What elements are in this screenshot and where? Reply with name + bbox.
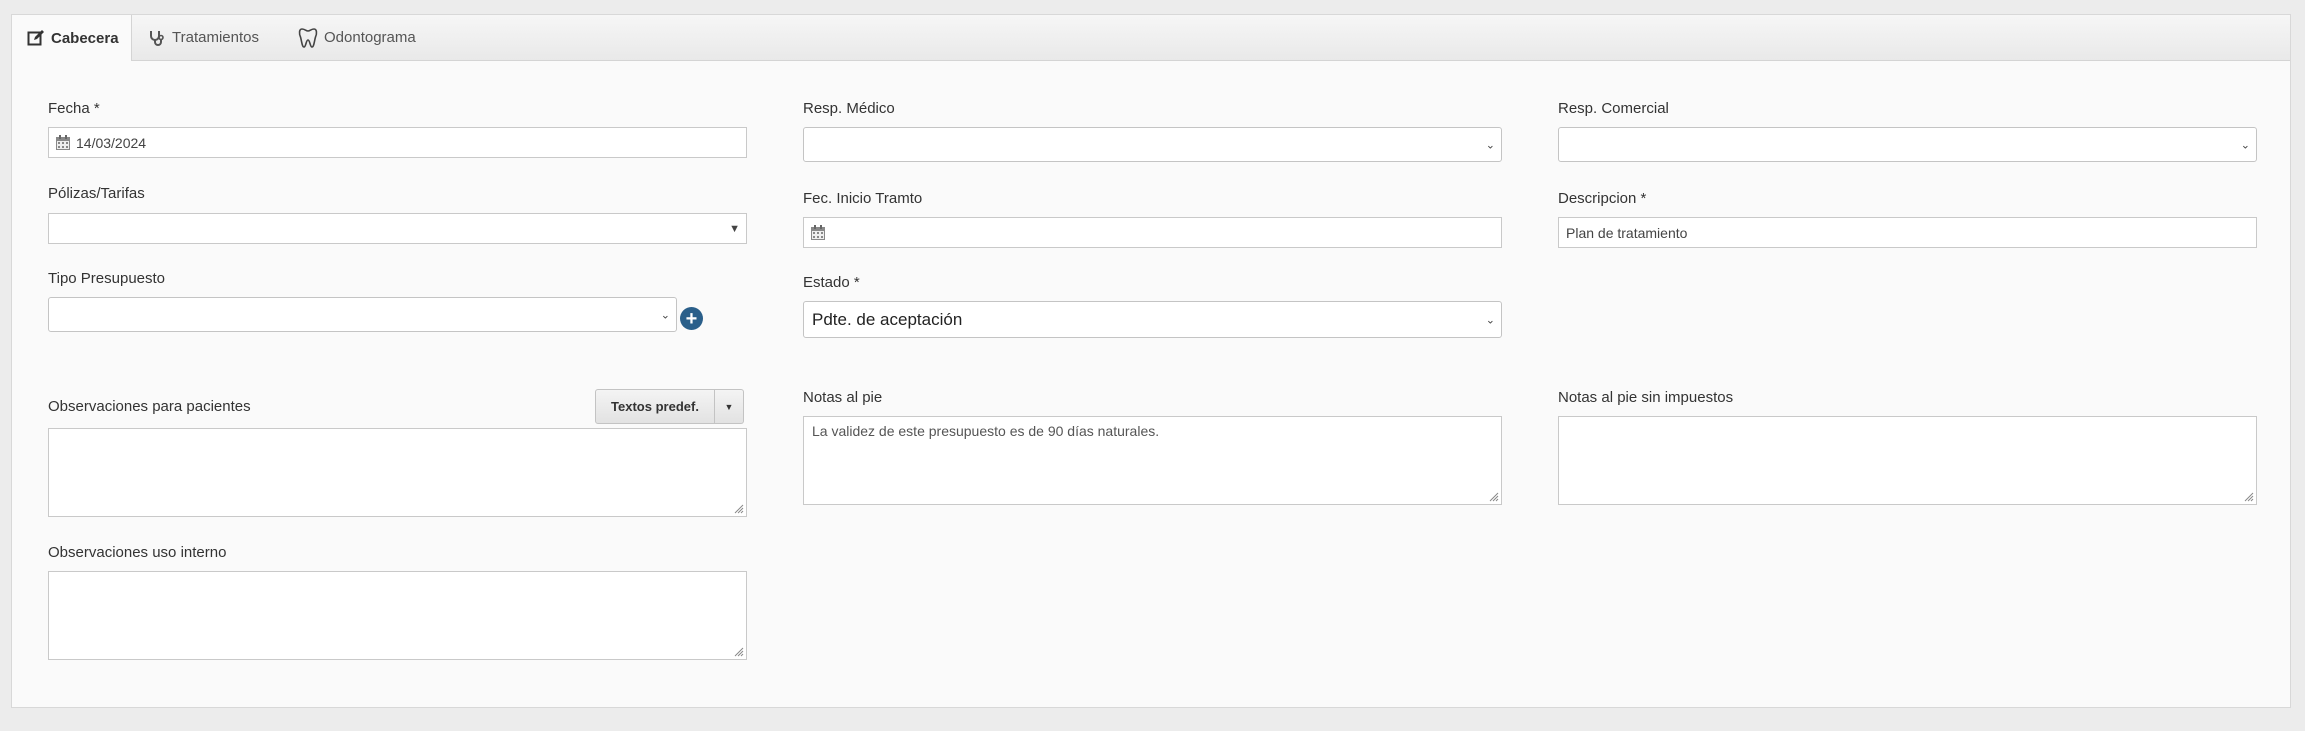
add-tipo-presupuesto-button[interactable]: + xyxy=(680,307,703,330)
resp-comercial-select[interactable]: ⌄ xyxy=(1558,127,2257,162)
caret-down-icon: ▼ xyxy=(729,222,740,235)
textos-predef-dropdown[interactable]: ▼ xyxy=(715,389,744,424)
resize-handle-icon xyxy=(734,647,744,657)
obs-interno-label: Observaciones uso interno xyxy=(48,544,227,561)
resize-handle-icon xyxy=(1489,492,1499,502)
resp-medico-label: Resp. Médico xyxy=(803,100,895,117)
obs-pacientes-textarea[interactable] xyxy=(48,428,747,517)
textos-predef-group: Textos predef. ▼ xyxy=(595,389,744,424)
tipo-presupuesto-label: Tipo Presupuesto xyxy=(48,270,166,287)
plus-icon: + xyxy=(685,307,698,330)
tab-odontograma[interactable]: Odontograma xyxy=(298,15,416,60)
textos-predef-button[interactable]: Textos predef. xyxy=(595,389,715,424)
notas-pie-value: La validez de este presupuesto es de 90 … xyxy=(812,423,1160,439)
notas-pie-textarea[interactable]: La validez de este presupuesto es de 90 … xyxy=(803,416,1502,505)
obs-pacientes-label: Observaciones para pacientes xyxy=(48,398,251,415)
descripcion-input[interactable]: Plan de tratamiento xyxy=(1558,217,2257,248)
fecha-value: 14/03/2024 xyxy=(76,134,147,151)
resize-handle-icon xyxy=(734,504,744,514)
notas-pie-sin-imp-textarea[interactable] xyxy=(1558,416,2257,505)
tooth-icon xyxy=(298,27,318,49)
fecha-input[interactable]: 14/03/2024 xyxy=(48,127,747,158)
notas-pie-label: Notas al pie xyxy=(803,389,883,406)
chevron-down-icon: ⌄ xyxy=(1485,314,1495,326)
tipo-presupuesto-select[interactable]: ⌄ xyxy=(48,297,677,332)
polizas-select[interactable]: ▼ xyxy=(48,213,747,244)
calendar-icon xyxy=(810,224,826,241)
tab-bar: Cabecera Tratamientos Odontograma xyxy=(12,15,2290,61)
chevron-down-icon: ⌄ xyxy=(1485,139,1495,151)
resize-handle-icon xyxy=(2244,492,2254,502)
tab-label: Tratamientos xyxy=(172,29,259,46)
edit-icon xyxy=(27,29,45,47)
estado-label: Estado * xyxy=(803,274,860,291)
descripcion-value: Plan de tratamiento xyxy=(1566,224,1688,241)
chevron-down-icon: ⌄ xyxy=(660,309,670,321)
chevron-down-icon: ⌄ xyxy=(2240,139,2250,151)
calendar-icon xyxy=(55,134,71,151)
descripcion-label: Descripcion * xyxy=(1558,190,1647,207)
tab-tratamientos[interactable]: Tratamientos xyxy=(148,15,259,60)
tab-cabecera[interactable]: Cabecera xyxy=(12,15,132,61)
resp-medico-select[interactable]: ⌄ xyxy=(803,127,1502,162)
fec-inicio-input[interactable] xyxy=(803,217,1502,248)
obs-interno-textarea[interactable] xyxy=(48,571,747,660)
tab-label: Odontograma xyxy=(324,29,416,46)
estado-value: Pdte. de aceptación xyxy=(812,309,963,329)
budget-form-panel: Cabecera Tratamientos Odontograma Fecha … xyxy=(11,14,2291,708)
stethoscope-icon xyxy=(148,29,166,47)
estado-select[interactable]: Pdte. de aceptación ⌄ xyxy=(803,301,1502,338)
tab-label: Cabecera xyxy=(51,29,119,47)
fecha-label: Fecha * xyxy=(48,100,100,117)
polizas-label: Pólizas/Tarifas xyxy=(48,185,145,202)
caret-down-icon: ▼ xyxy=(724,401,734,412)
resp-comercial-label: Resp. Comercial xyxy=(1558,100,1669,117)
notas-pie-sin-imp-label: Notas al pie sin impuestos xyxy=(1558,389,1734,406)
fec-inicio-label: Fec. Inicio Tramto xyxy=(803,190,923,207)
